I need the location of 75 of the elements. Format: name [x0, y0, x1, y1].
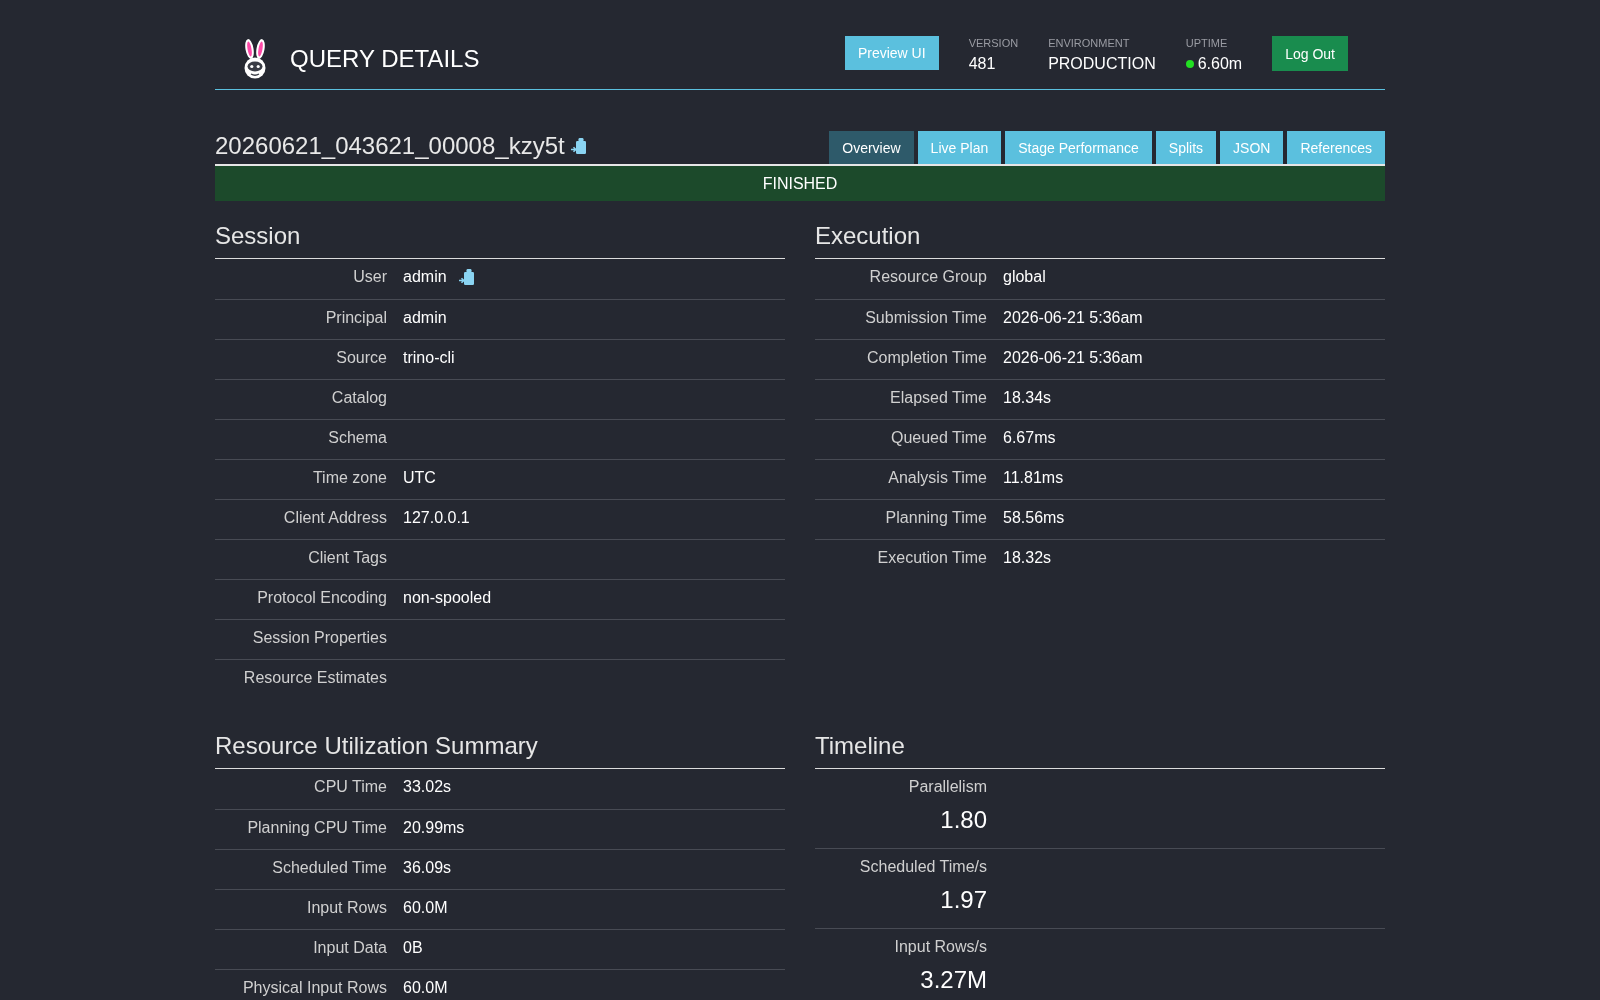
- field-label: Planning Time: [885, 507, 987, 528]
- field-label: Elapsed Time: [890, 387, 987, 408]
- metric-label: Input Rows/s: [894, 937, 987, 957]
- field-value: 36.09s: [403, 857, 452, 878]
- field-value: admin: [403, 267, 447, 287]
- field-label: Queued Time: [890, 427, 987, 448]
- tab[interactable]: Overview: [829, 131, 914, 164]
- field-label: Source: [336, 347, 387, 368]
- stat-value: 481: [968, 54, 996, 74]
- stat-label: ENVIRONMENT: [1048, 37, 1131, 50]
- logout-button[interactable]: Log Out: [1272, 36, 1348, 71]
- metric-value: 3.27M: [920, 966, 987, 994]
- field-value: 6.67ms: [1003, 427, 1056, 448]
- field-label: Protocol Encoding: [257, 587, 387, 608]
- page-title: QUERY DETAILS: [290, 45, 480, 73]
- field-label: Execution Time: [877, 547, 987, 568]
- metric-value: 1.80: [940, 806, 987, 834]
- field-label: Session Properties: [252, 627, 387, 648]
- field-value: 18.34s: [1003, 387, 1052, 408]
- status-banner: FINISHED: [215, 166, 1385, 201]
- query-id: 20260621_043621_00008_kzy5t: [215, 132, 565, 160]
- field-value: 2026-06-21 5:36am: [1003, 347, 1143, 368]
- field-value: trino-cli: [403, 347, 455, 368]
- field-value: 0B: [403, 937, 423, 958]
- field-value: non-spooled: [403, 587, 492, 608]
- field-label: Client Address: [283, 507, 387, 528]
- copy-icon[interactable]: [458, 269, 474, 285]
- metric-label: Scheduled Time/s: [859, 857, 987, 877]
- field-value: 11.81ms: [1003, 467, 1064, 488]
- field-value: 60.0M: [403, 897, 448, 918]
- field-label: Scheduled Time: [272, 857, 387, 878]
- field-label: Submission Time: [865, 307, 987, 328]
- field-value: UTC: [403, 467, 436, 488]
- field-label: User: [353, 267, 387, 287]
- section-title: Timeline: [815, 731, 1385, 769]
- field-value: 60.0M: [403, 977, 448, 998]
- tab[interactable]: Live Plan: [917, 131, 1002, 164]
- tab[interactable]: Stage Performance: [1005, 131, 1152, 164]
- field-label: Planning CPU Time: [247, 817, 387, 838]
- section-title: Resource Utilization Summary: [215, 731, 785, 769]
- field-value: admin: [403, 307, 447, 328]
- tab[interactable]: JSON: [1220, 131, 1284, 164]
- field-label: Input Rows: [306, 897, 387, 918]
- stat-label: VERSION: [968, 37, 1019, 50]
- metric-value: 1.97: [940, 886, 987, 914]
- field-label: Completion Time: [866, 347, 987, 368]
- field-label: Input Data: [313, 937, 387, 958]
- field-label: Principal: [325, 307, 387, 328]
- section-title: Session: [215, 221, 785, 259]
- stat-value: 6.60m: [1197, 54, 1243, 74]
- field-value: global: [1003, 267, 1046, 287]
- field-label: Client Tags: [308, 547, 387, 568]
- tab[interactable]: References: [1287, 131, 1385, 164]
- status-dot-icon: [1185, 60, 1194, 68]
- section-title: Execution: [815, 221, 1385, 259]
- field-label: Resource Group: [869, 267, 987, 287]
- field-value: 127.0.0.1: [403, 507, 470, 528]
- field-value: 18.32s: [1003, 547, 1052, 568]
- field-value: 2026-06-21 5:36am: [1003, 307, 1143, 328]
- tab[interactable]: Splits: [1155, 131, 1217, 164]
- metric-label: Parallelism: [908, 777, 987, 797]
- field-label: CPU Time: [314, 777, 387, 797]
- field-label: Analysis Time: [888, 467, 987, 488]
- stat-value: PRODUCTION: [1048, 54, 1156, 74]
- field-value: 33.02s: [403, 777, 452, 797]
- field-label: Schema: [328, 427, 387, 448]
- stat-label: UPTIME: [1185, 37, 1229, 50]
- field-label: Time zone: [312, 467, 387, 488]
- field-value: 58.56ms: [1003, 507, 1065, 528]
- preview-ui-button[interactable]: Preview UI: [844, 36, 939, 70]
- field-label: Resource Estimates: [243, 667, 387, 688]
- field-label: Physical Input Rows: [242, 977, 387, 998]
- field-label: Catalog: [331, 387, 387, 408]
- field-value: 20.99ms: [403, 817, 465, 838]
- copy-icon[interactable]: [570, 138, 586, 154]
